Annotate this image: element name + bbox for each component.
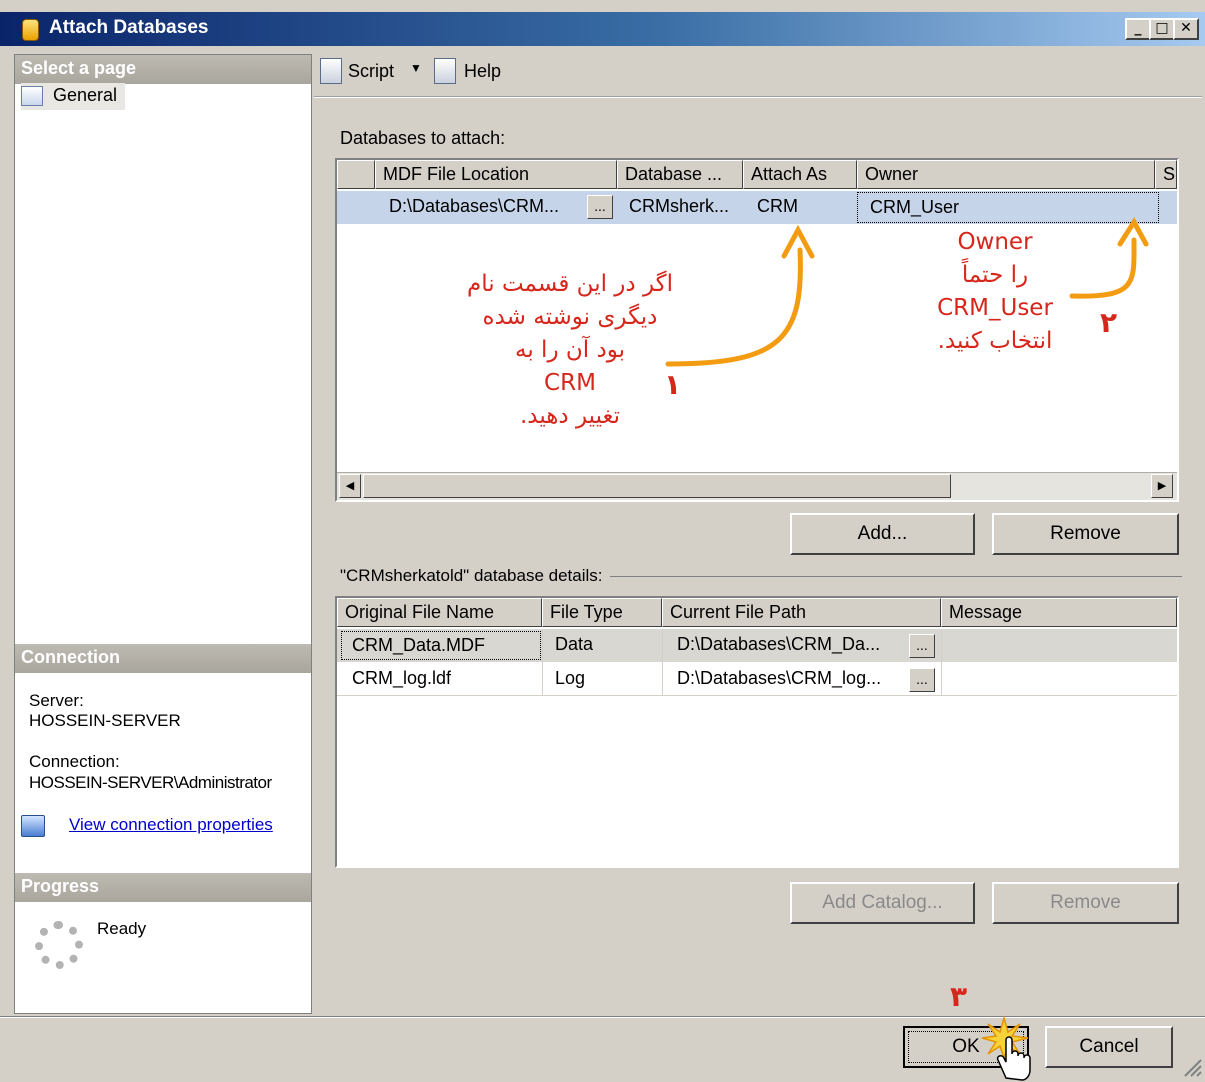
scroll-left-icon[interactable]: ◀ <box>339 474 361 498</box>
table-row[interactable]: CRM_Data.MDF Data D:\Databases\CRM_Da...… <box>337 629 1177 662</box>
file-type-cell[interactable]: Log <box>555 668 655 689</box>
connection-properties-icon <box>21 815 45 837</box>
column-status[interactable]: S <box>1155 160 1177 189</box>
database-cell[interactable]: CRMsherk... <box>629 196 739 217</box>
column-message[interactable]: Message <box>941 598 1177 627</box>
column-current-file-path[interactable]: Current File Path <box>662 598 941 627</box>
owner-cell[interactable]: CRM_User <box>857 192 1159 223</box>
attach-as-cell[interactable]: CRM <box>757 196 847 217</box>
browse-path-button[interactable]: ... <box>909 634 935 658</box>
column-mdf-file-location[interactable]: MDF File Location <box>375 160 617 189</box>
column-divider <box>542 629 543 696</box>
title-bar[interactable]: Attach Databases _ □ ✕ <box>0 12 1205 46</box>
progress-header: Progress <box>15 873 311 902</box>
step-number-1: ۱ <box>664 368 682 401</box>
file-path-cell[interactable]: D:\Databases\CRM_Da... <box>677 634 903 655</box>
step-number-3: ۳ <box>950 980 968 1013</box>
file-path-cell[interactable]: D:\Databases\CRM_log... <box>677 668 903 689</box>
resize-grip-icon[interactable] <box>1181 1056 1203 1078</box>
note-line: بود آن را به <box>515 337 625 363</box>
annotation-note-1: اگر در این قسمت نام دیگری نوشته شده بود … <box>420 268 720 433</box>
remove-database-button[interactable]: Remove <box>992 513 1179 555</box>
view-connection-properties-link[interactable]: View connection properties <box>69 815 273 835</box>
scroll-right-icon[interactable]: ▶ <box>1151 474 1173 498</box>
scrollbar-thumb[interactable] <box>363 474 951 498</box>
note-line: انتخاب کنید. <box>937 328 1053 354</box>
connection-value: HOSSEIN-SERVER\Administrator <box>29 773 272 792</box>
server-label: Server: <box>29 691 84 710</box>
toolbar: Script ▼ Help <box>314 50 1202 94</box>
progress-spinner-icon <box>35 921 83 969</box>
file-name-cell[interactable]: CRM_log.ldf <box>352 668 540 689</box>
connection-header: Connection <box>15 644 311 673</box>
table-row[interactable]: CRM_log.ldf Log D:\Databases\CRM_log... … <box>337 664 1177 696</box>
note-line: اگر در این قسمت نام <box>467 271 673 297</box>
table-row[interactable]: D:\Databases\CRM... ... CRMsherk... CRM … <box>337 191 1177 224</box>
file-name-cell[interactable]: CRM_Data.MDF <box>341 631 541 660</box>
add-database-button[interactable]: Add... <box>790 513 975 555</box>
note-line: دیگری نوشته شده <box>482 304 658 330</box>
close-button[interactable]: ✕ <box>1173 18 1199 40</box>
toolbar-separator <box>314 96 1202 98</box>
mdf-location-cell[interactable]: D:\Databases\CRM... <box>389 196 585 217</box>
server-value: HOSSEIN-SERVER <box>29 711 181 730</box>
note-line: تغییر دهید. <box>519 403 621 429</box>
grid-row-header <box>337 160 375 189</box>
help-icon <box>434 58 456 84</box>
database-details-label: "CRMsherkatold" database details: <box>340 566 611 586</box>
file-type-cell[interactable]: Data <box>555 634 655 655</box>
progress-status: Ready <box>97 919 147 938</box>
column-owner[interactable]: Owner <box>857 160 1155 189</box>
column-database[interactable]: Database ... <box>617 160 743 189</box>
step-number-2: ۲ <box>1100 306 1118 339</box>
browse-path-button[interactable]: ... <box>909 668 935 692</box>
script-icon <box>320 58 342 84</box>
column-divider <box>662 629 663 696</box>
connection-label: Connection: <box>29 752 120 771</box>
annotation-note-2: Owner را حتماً CRM_User انتخاب کنید. <box>900 226 1090 358</box>
column-original-file-name[interactable]: Original File Name <box>337 598 542 627</box>
select-page-header: Select a page <box>15 55 311 84</box>
note-line: CRM_User <box>937 295 1053 321</box>
window-title: Attach Databases <box>49 17 209 38</box>
cancel-button[interactable]: Cancel <box>1045 1026 1173 1068</box>
left-pane: Select a page General Connection Server:… <box>14 54 312 1014</box>
page-item-label: General <box>53 85 118 105</box>
dropdown-arrow-icon[interactable]: ▼ <box>410 61 422 75</box>
remove-file-button[interactable]: Remove <box>992 882 1179 924</box>
note-line: Owner <box>957 229 1033 255</box>
page-item-general[interactable]: General <box>21 83 125 110</box>
database-icon <box>22 19 39 41</box>
minimize-button[interactable]: _ <box>1125 18 1151 40</box>
column-attach-as[interactable]: Attach As <box>743 160 857 189</box>
browse-mdf-button[interactable]: ... <box>587 195 613 219</box>
help-button[interactable]: Help <box>464 61 501 82</box>
add-catalog-button[interactable]: Add Catalog... <box>790 882 975 924</box>
note-line: را حتماً <box>961 262 1029 288</box>
horizontal-scrollbar[interactable]: ◀ ▶ <box>337 472 1177 500</box>
script-button[interactable]: Script <box>348 61 394 82</box>
column-file-type[interactable]: File Type <box>542 598 662 627</box>
click-hand-cursor-icon <box>981 1015 1031 1081</box>
databases-to-attach-label: Databases to attach: <box>340 128 506 148</box>
file-details-grid[interactable]: Original File Name File Type Current Fil… <box>335 596 1179 868</box>
maximize-button[interactable]: □ <box>1149 18 1175 40</box>
column-divider <box>941 629 942 696</box>
settings-page-icon <box>21 86 43 106</box>
